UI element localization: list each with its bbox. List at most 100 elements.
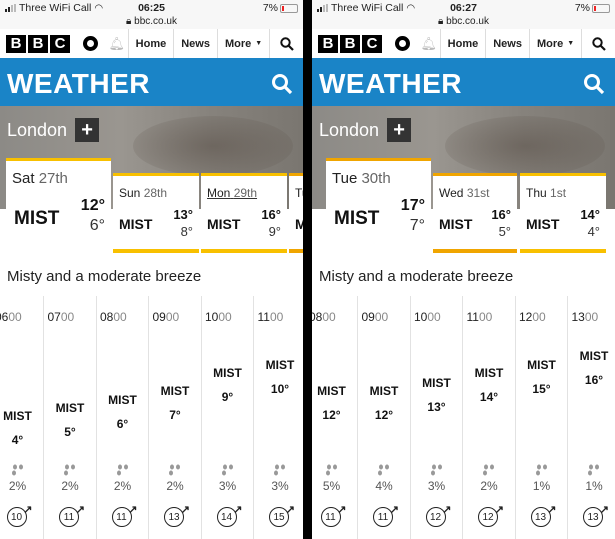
- hour-temp: 16°: [584, 373, 604, 387]
- wind-direction-icon: ↗: [547, 504, 557, 516]
- battery-percent: 7%: [262, 2, 278, 14]
- url-text: bbc.co.uk: [134, 16, 177, 27]
- hour-condition: MIST: [265, 358, 295, 372]
- day-condition: MIST: [526, 216, 560, 232]
- rain-chance: 4%: [375, 479, 393, 493]
- day-tab[interactable]: Sat 27th MIST 12° 6°: [6, 158, 111, 255]
- hour-temp: 12°: [374, 408, 394, 422]
- hour-column[interactable]: 1100 MIST 10° 3% 15 ↗: [255, 296, 304, 539]
- wind-direction-icon: ↗: [442, 504, 452, 516]
- plus-icon: +: [81, 118, 93, 141]
- hour-temp: 9°: [221, 390, 234, 404]
- hour-column[interactable]: 0900 MIST 7° 2% 13 ↗: [150, 296, 202, 539]
- forecast-summary: Misty and a moderate breeze: [7, 268, 202, 285]
- add-location-button[interactable]: +: [75, 118, 100, 142]
- hour-time: 0600: [0, 310, 22, 324]
- chevron-down-icon: ▼: [567, 40, 575, 47]
- wind-speed: 15 ↗: [269, 504, 295, 527]
- hour-time: 1000: [205, 310, 232, 324]
- hour-column[interactable]: 1000 MIST 13° 3% 12 ↗: [411, 296, 463, 539]
- day-high-temp: 14°: [580, 207, 600, 222]
- nav-more[interactable]: More ▼: [216, 29, 269, 58]
- bbc-logo[interactable]: B B C: [0, 34, 76, 53]
- lock-icon: 🔒︎: [126, 16, 132, 27]
- rain-chance: 2%: [113, 479, 132, 493]
- status-bar: Three WiFi Call ◠ 06:27 🔒︎ bbc.co.uk 7%: [312, 0, 615, 29]
- wind-speed: 13 ↗: [583, 504, 609, 527]
- hour-time: 0900: [361, 310, 389, 324]
- hour-time: 1100: [257, 310, 284, 324]
- url-bar[interactable]: 🔒︎ bbc.co.uk: [0, 16, 303, 27]
- battery-icon: [280, 3, 298, 13]
- day-high-temp: 16°: [491, 207, 511, 222]
- bbc-nav-bar: B B C 🔔︎ Home News More ▼: [0, 29, 303, 61]
- plus-icon: +: [393, 118, 405, 141]
- notifications-button[interactable]: 🔔︎: [106, 29, 128, 58]
- hour-time: 1300: [571, 310, 599, 324]
- hour-time: 0700: [47, 310, 75, 324]
- wind-speed: 14 ↗: [216, 504, 243, 527]
- nav-home[interactable]: Home: [127, 29, 174, 58]
- day-tab[interactable]: Tue 30th MIST 17° 7°: [326, 158, 431, 255]
- account-button[interactable]: [76, 29, 106, 58]
- rain-chance: 5%: [322, 479, 341, 493]
- nav-news[interactable]: News: [173, 29, 217, 58]
- hour-column[interactable]: 0700 MIST 5° 2% 11 ↗: [45, 296, 97, 539]
- wind-direction-icon: ↗: [389, 504, 399, 516]
- hour-column[interactable]: 0800 MIST 12° 5% 11 ↗: [312, 296, 358, 539]
- day-tab[interactable]: Mon 29th MIST 16° 9°: [201, 173, 287, 253]
- day-condition: MIST: [14, 208, 60, 229]
- wind-speed: 10 ↗: [6, 504, 33, 527]
- rain-chance: 1%: [585, 479, 603, 493]
- hour-temp: 14°: [479, 390, 499, 404]
- account-button[interactable]: [388, 29, 418, 58]
- hourly-forecast[interactable]: 0800 MIST 12° 5% 11 ↗ 0900 MIST 12° 4% 11 ↗ 1000 MIST…: [312, 296, 615, 539]
- day-tab[interactable]: Tu M: [289, 173, 303, 253]
- search-icon: [279, 36, 294, 51]
- rain-chance: 2%: [480, 479, 498, 493]
- url-bar[interactable]: 🔒︎ bbc.co.uk: [312, 16, 615, 27]
- hour-column[interactable]: 0600 MIST 4° 2% 10↗: [0, 296, 44, 539]
- page-title: WEATHER: [319, 67, 462, 99]
- nav-home[interactable]: Home: [439, 29, 486, 58]
- hour-column[interactable]: 0900 MIST 12° 4% 11 ↗: [359, 296, 411, 539]
- day-high-temp: 12°: [80, 197, 105, 214]
- bbc-logo[interactable]: B B C: [312, 34, 388, 53]
- hour-condition: MIST: [3, 409, 32, 423]
- chevron-down-icon: ▼: [255, 40, 263, 47]
- search-icon[interactable]: [583, 73, 605, 95]
- day-label: Mon 29th: [207, 186, 258, 200]
- hour-temp: 6°: [116, 417, 129, 431]
- search-icon[interactable]: [271, 73, 293, 95]
- hour-column[interactable]: 1000 MIST 9° 3% 14 ↗: [202, 296, 254, 539]
- url-text: bbc.co.uk: [446, 16, 489, 27]
- bbc-nav-bar: B B C 🔔︎ Home News More ▼: [312, 29, 615, 61]
- rain-chance: 2%: [8, 479, 27, 493]
- hourly-forecast[interactable]: 0600 MIST 4° 2% 10↗ 0700 MIST 5° 2% 11↗ 0800 MIST 6°…: [0, 296, 303, 539]
- hour-time: 1100: [466, 310, 493, 324]
- hour-column[interactable]: 0800 MIST 6° 2% 11 ↗: [97, 296, 149, 539]
- day-tab[interactable]: Wed 31st MIST 16° 5°: [433, 173, 517, 253]
- add-location-button[interactable]: +: [387, 118, 412, 142]
- hour-temp: 10°: [270, 382, 290, 396]
- nav-news[interactable]: News: [485, 29, 529, 58]
- day-tabs: Sat 27th MIST 12° 6° Sun 28th MIST 13° 8° Mon 29…: [0, 155, 303, 257]
- day-tab[interactable]: Thu 1st MIST 14° 4°: [520, 173, 606, 253]
- phone-screen-left: Three WiFi Call ◠ 06:25 🔒︎ bbc.co.uk 7% …: [0, 0, 303, 539]
- rain-chance: 3%: [218, 479, 237, 493]
- hour-column[interactable]: 1100 MIST 14° 2% 12 ↗: [464, 296, 516, 539]
- nav-search-button[interactable]: [581, 29, 615, 58]
- wind-direction-icon: ↗: [128, 504, 138, 516]
- day-label: Sun 28th: [119, 186, 168, 200]
- day-condition: MIST: [119, 216, 153, 232]
- nav-search-button[interactable]: [269, 29, 303, 58]
- hour-condition: MIST: [213, 366, 242, 380]
- notifications-button[interactable]: 🔔︎: [418, 29, 440, 58]
- hour-temp: 15°: [532, 382, 551, 396]
- hour-column[interactable]: 1200 MIST 15° 1% 13 ↗: [516, 296, 568, 539]
- hour-column[interactable]: 1300 MIST 16° 1% 13 ↗: [569, 296, 615, 539]
- rain-chance: 2%: [61, 479, 79, 493]
- hour-time: 1200: [519, 310, 546, 324]
- day-tab[interactable]: Sun 28th MIST 13° 8°: [113, 173, 199, 253]
- nav-more[interactable]: More ▼: [528, 29, 581, 58]
